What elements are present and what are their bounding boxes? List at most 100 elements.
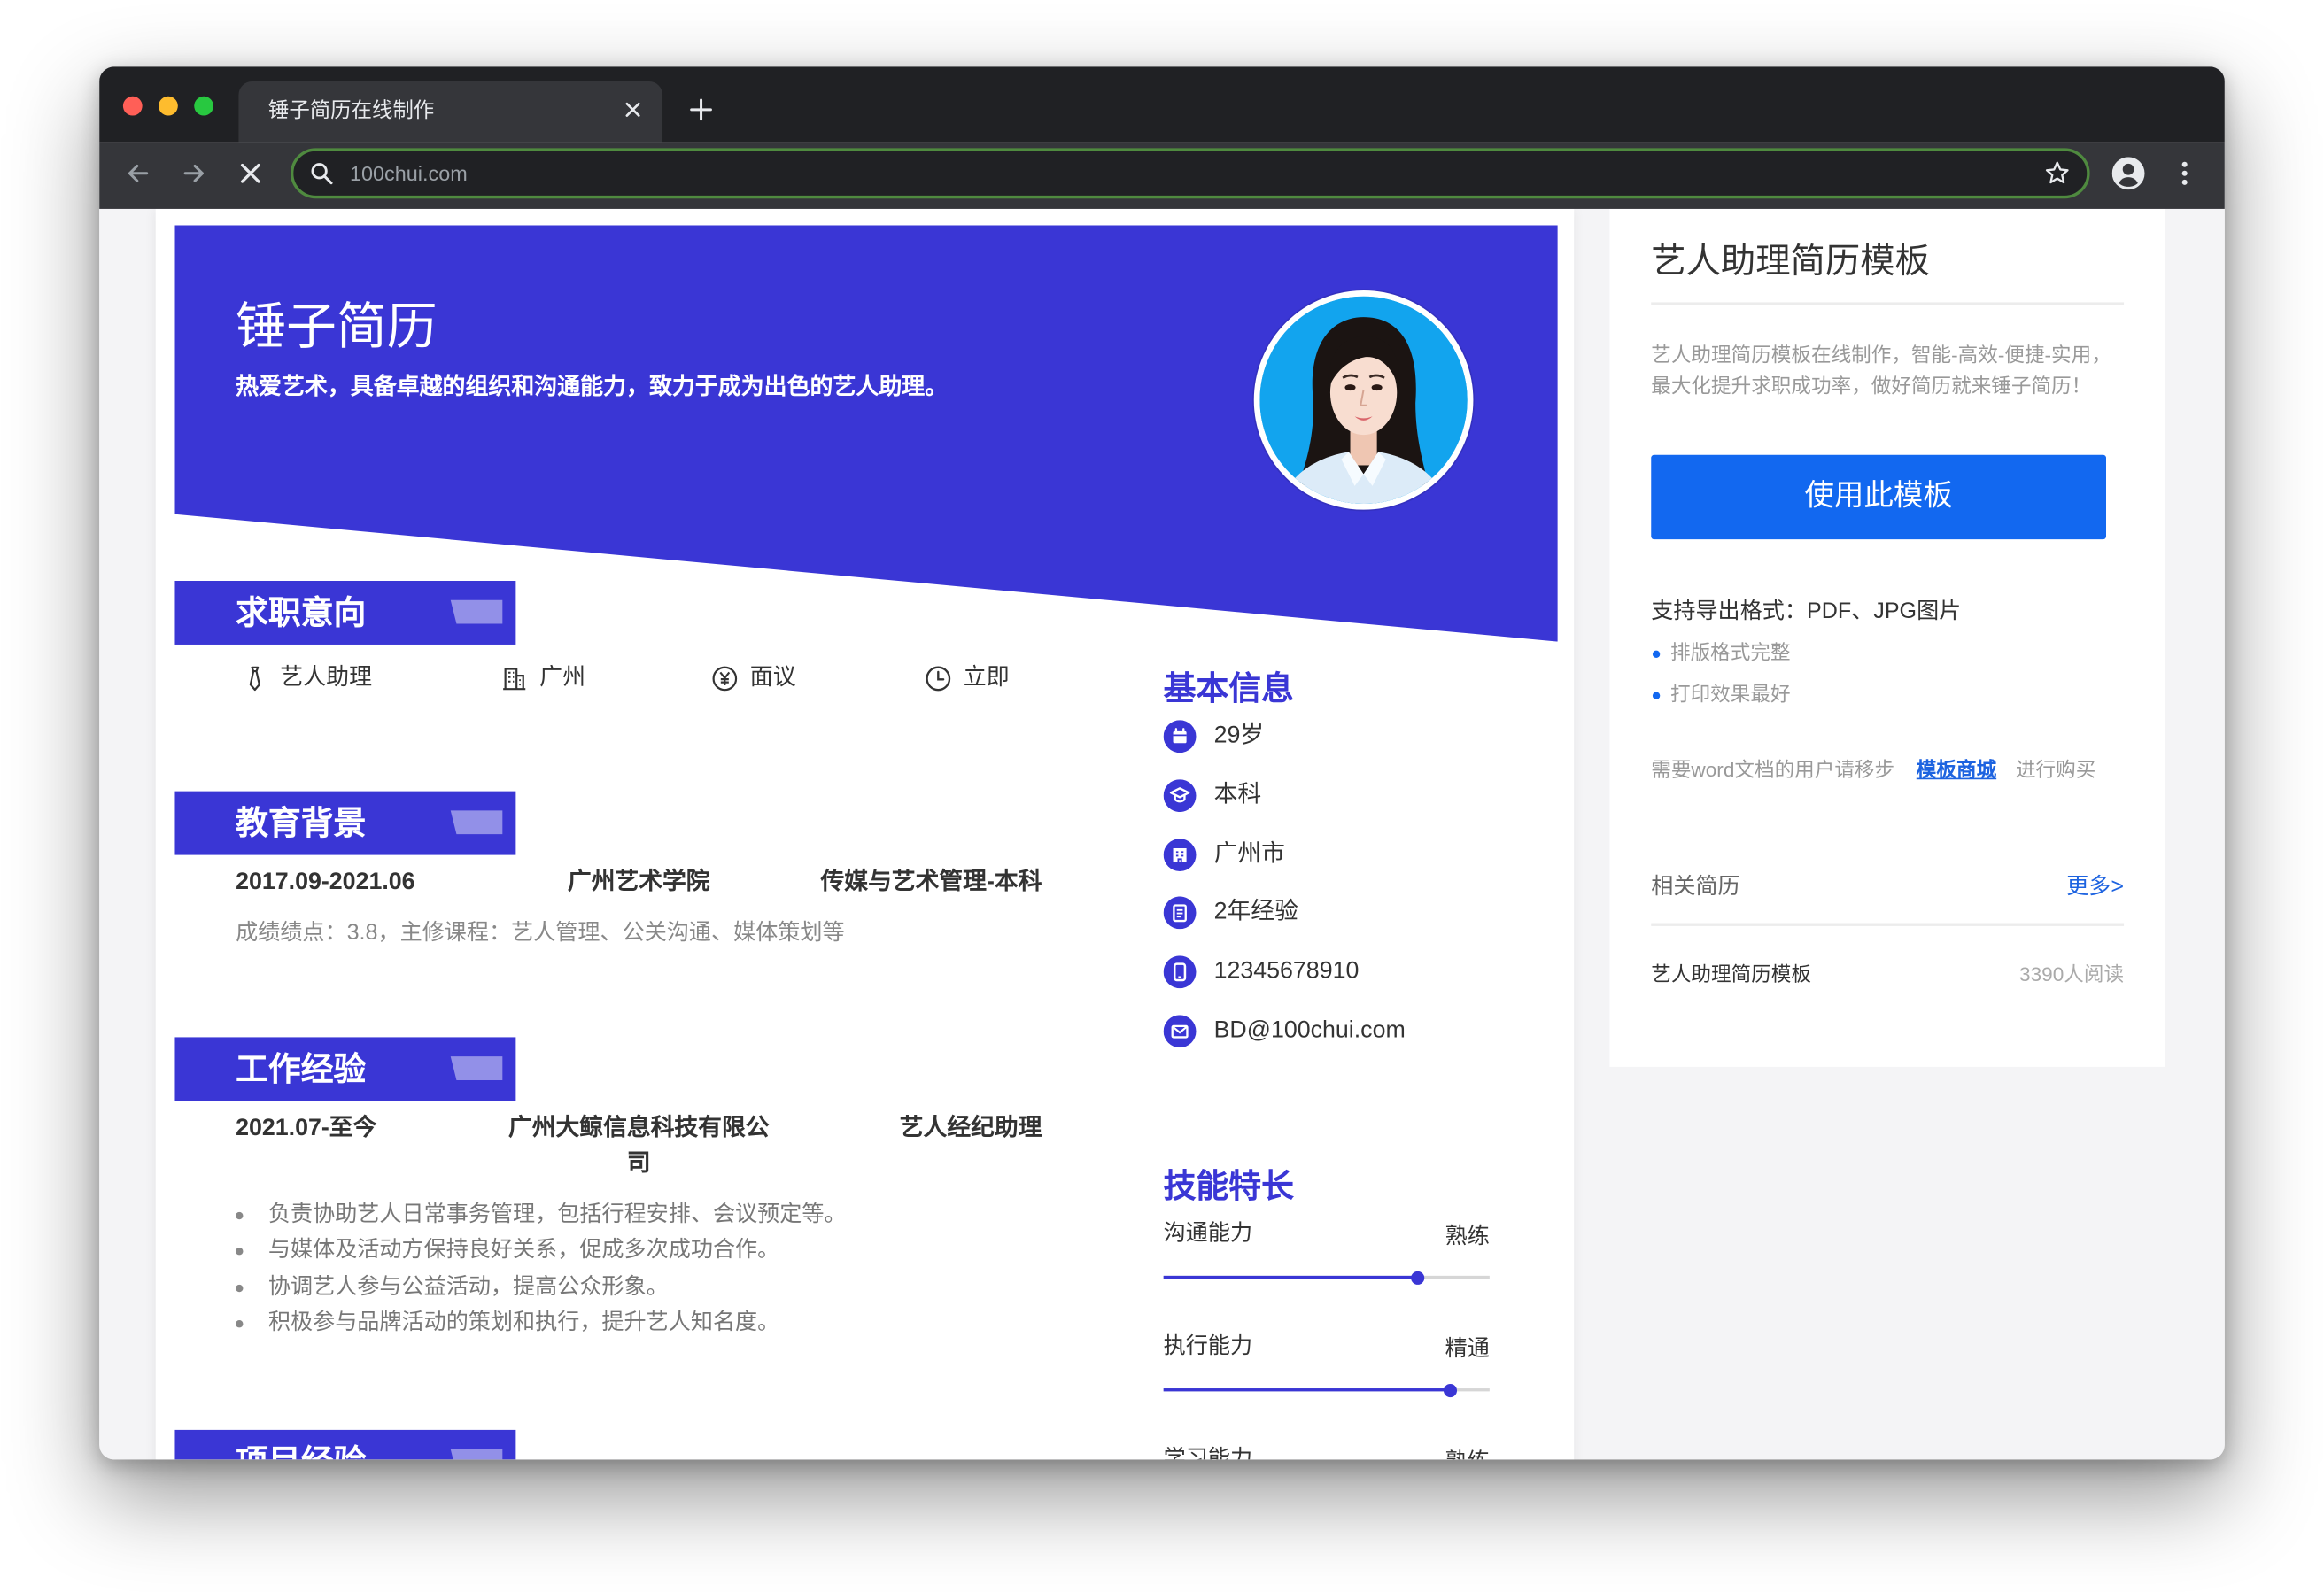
skill-bar-fill: [1163, 1275, 1418, 1279]
skill-level: 精通: [1445, 1336, 1490, 1362]
close-window-button[interactable]: [122, 95, 142, 115]
word-notice-text: 需要word文档的用户请移步: [1651, 758, 1895, 781]
bullet-dot: [1652, 691, 1660, 699]
skill-name: 执行能力: [1163, 1333, 1253, 1359]
section-title: 求职意向: [236, 594, 367, 631]
search-icon: [311, 163, 333, 185]
browser-toolbar: 100chui.com: [99, 142, 2225, 209]
section-banner-education: 教育背景: [174, 791, 516, 855]
mail-icon: [1163, 1015, 1197, 1048]
education-school: 广州艺术学院: [567, 869, 710, 895]
section-banner-intention: 求职意向: [174, 580, 516, 645]
calendar-icon: [1163, 720, 1197, 753]
maximize-window-button[interactable]: [193, 95, 213, 115]
page-content: 锤子简历 热爱艺术，具备卓越的组织和沟通能力，致力于成为出色的艺人助理。 求职意…: [99, 208, 2225, 1460]
skill-item: 沟通能力 熟练: [1163, 1219, 1490, 1285]
feature-text: 排版格式完整: [1669, 641, 1791, 664]
related-resume-reads: 3390人阅读: [2019, 962, 2125, 985]
more-link[interactable]: 更多>: [2066, 873, 2124, 902]
related-resume-title: 艺人助理简历模板: [1651, 962, 1811, 985]
description-line: 艺人助理简历模板在线制作，智能-高效-便捷-实用，: [1651, 344, 2111, 367]
work-duties-list: 负责协助艺人日常事务管理，包括行程安排、会议预定等。 与媒体及活动方保持良好关系…: [236, 1197, 847, 1342]
intention-text: 艺人助理: [280, 665, 373, 691]
divider: [1651, 923, 2125, 926]
work-row: 2021.07-至今 广州大鲸信息科技有限公司 艺人经纪助理: [236, 1111, 1042, 1182]
info-text: 29岁: [1213, 723, 1265, 749]
skills-title: 技能特长: [1163, 1167, 1294, 1205]
url-text: 100chui.com: [349, 161, 468, 186]
export-formats: 支持导出格式：PDF、JPG图片: [1651, 599, 1962, 624]
skill-item: 学习能力 熟练: [1163, 1445, 1490, 1460]
building-icon: [1163, 839, 1197, 871]
screenshot-stage: 锤子简历在线制作 100chui.com 锤子简历 热爱艺术，具备卓越的组织和沟…: [0, 0, 2324, 1592]
skill-name: 学习能力: [1163, 1446, 1253, 1460]
account-icon[interactable]: [2111, 157, 2145, 190]
template-store-link[interactable]: 模板商城: [1917, 757, 1996, 784]
section-title: 工作经验: [236, 1050, 367, 1088]
word-notice-suffix: 进行购买: [2015, 758, 2096, 781]
resume-name: 锤子简历: [236, 299, 438, 356]
skill-name: 沟通能力: [1163, 1220, 1253, 1247]
related-resume-item[interactable]: 艺人助理简历模板 3390人阅读: [1651, 962, 2124, 988]
bookmark-star-icon[interactable]: [2044, 160, 2071, 187]
education-detail: 成绩绩点：3.8，主修课程：艺人管理、公关沟通、媒体策划等: [236, 920, 845, 946]
education-major: 传媒与艺术管理-本科: [820, 869, 1042, 895]
template-description: 艺人助理简历模板在线制作，智能-高效-便捷-实用， 最大化提升求职成功率，做好简…: [1651, 339, 2111, 401]
forward-arrow-icon[interactable]: [181, 160, 207, 187]
info-text: 本科: [1213, 782, 1262, 808]
section-title: 项目经验: [236, 1430, 366, 1459]
browser-window: 锤子简历在线制作 100chui.com 锤子简历 热爱艺术，具备卓越的组织和沟…: [99, 66, 2225, 1460]
intention-text: 广州: [539, 665, 586, 691]
related-resumes-title: 相关简历: [1651, 874, 1740, 900]
skill-bar-handle: [1411, 1270, 1425, 1285]
skill-level: 熟练: [1445, 1448, 1490, 1460]
document-icon: [1163, 896, 1197, 930]
title-bar: 锤子简历在线制作: [99, 66, 2225, 143]
description-line: 最大化提升求职成功率，做好简历就来锤子简历！: [1651, 375, 2092, 398]
resume-tagline: 热爱艺术，具备卓越的组织和沟通能力，致力于成为出色的艺人助理。: [236, 375, 949, 400]
section-title: 教育背景: [236, 804, 367, 842]
back-arrow-icon[interactable]: [125, 160, 151, 187]
list-item: 积极参与品牌活动的策划和执行，提升艺人知名度。: [236, 1306, 846, 1342]
template-info-panel: 艺人助理简历模板 艺人助理简历模板在线制作，智能-高效-便捷-实用， 最大化提升…: [1609, 208, 2165, 1067]
section-banner-project: 项目经验: [174, 1429, 516, 1460]
skill-bar-handle: [1444, 1383, 1458, 1397]
info-text: 广州市: [1213, 841, 1285, 867]
address-bar[interactable]: 100chui.com: [290, 148, 2090, 199]
avatar-photo: [1253, 290, 1474, 510]
work-company: 广州大鲸信息科技有限公司: [507, 1116, 770, 1177]
divider: [1651, 302, 2125, 305]
skill-level: 熟练: [1445, 1224, 1490, 1249]
basic-info-title: 基本信息: [1163, 669, 1294, 707]
browser-tab[interactable]: 锤子简历在线制作: [238, 81, 663, 143]
list-item: 与媒体及活动方保持良好关系，促成多次成功合作。: [236, 1233, 846, 1270]
clock-icon: [926, 666, 951, 692]
close-icon[interactable]: [623, 99, 643, 120]
education-row: 2017.09-2021.06 广州艺术学院 传媒与艺术管理-本科: [236, 867, 1042, 900]
stop-loading-icon[interactable]: [237, 160, 264, 187]
minimize-window-button[interactable]: [158, 95, 177, 115]
list-item: 负责协助艺人日常事务管理，包括行程安排、会议预定等。: [236, 1197, 847, 1233]
template-title: 艺人助理简历模板: [1651, 241, 1930, 281]
info-text: BD@100chui.com: [1213, 1017, 1406, 1044]
building-icon: [503, 668, 526, 691]
section-banner-work: 工作经验: [174, 1037, 516, 1101]
info-text: 2年经验: [1213, 899, 1298, 925]
list-item: 协调艺人参与公益活动，提高公众形象。: [236, 1270, 846, 1306]
skill-item: 执行能力 精通: [1163, 1332, 1490, 1397]
work-position: 艺人经纪助理: [899, 1116, 1042, 1141]
skill-bar: [1163, 1383, 1490, 1397]
education-period: 2017.09-2021.06: [236, 869, 415, 895]
tab-title: 锤子简历在线制作: [267, 97, 435, 122]
skill-bar: [1163, 1270, 1490, 1285]
more-menu-icon[interactable]: [2173, 160, 2196, 187]
intention-text: 立即: [963, 665, 1010, 691]
graduation-cap-icon: [1163, 779, 1197, 813]
work-period: 2021.07-至今: [236, 1116, 377, 1141]
bullet-dot: [1652, 649, 1660, 658]
tie-icon: [249, 666, 260, 692]
feature-text: 打印效果最好: [1669, 683, 1791, 706]
skill-bar-fill: [1163, 1388, 1451, 1392]
new-tab-plus-icon[interactable]: [689, 97, 713, 121]
use-template-button[interactable]: 使用此模板: [1651, 454, 2106, 540]
